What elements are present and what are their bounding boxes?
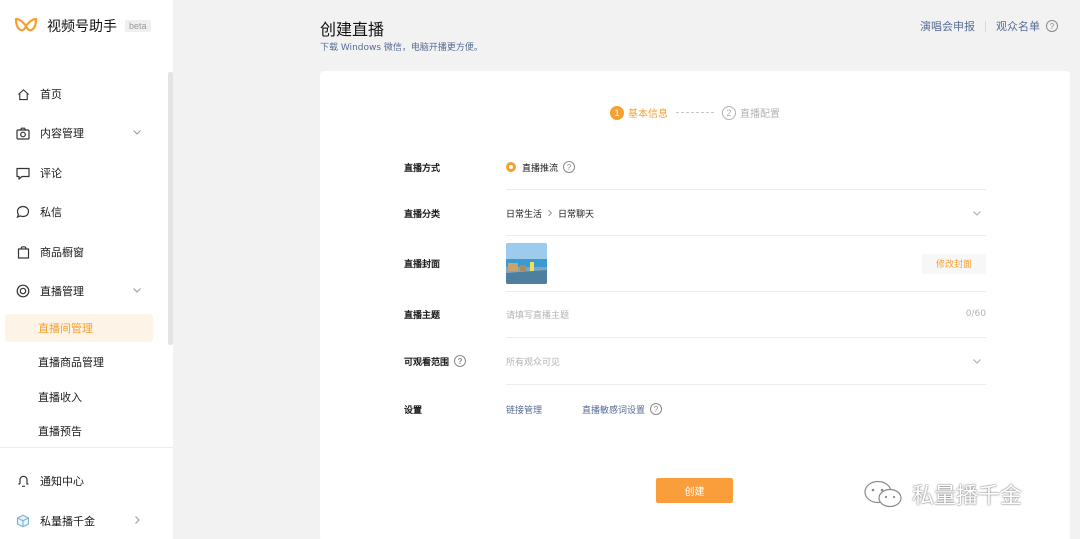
change-cover-button[interactable]: 修改封面 [922, 253, 986, 274]
brand-logo-icon [14, 17, 38, 32]
beta-badge: beta [125, 20, 151, 32]
step-live-config: 2 直播配置 [722, 105, 780, 120]
brand-name: 视频号助手 [47, 19, 117, 35]
sidebar-item-label: 私信 [40, 206, 62, 219]
bell-icon [16, 474, 30, 488]
chevron-right-icon [548, 209, 553, 217]
field-label: 直播方式 [404, 163, 441, 174]
concert-report-link[interactable]: 演唱会申报 [920, 18, 975, 34]
page-subtitle[interactable]: 下载 Windows 微信，电脑开播更方便。 [320, 40, 483, 53]
radio-selected[interactable] [506, 162, 516, 172]
chevron-down-icon [133, 130, 141, 135]
row-divider [506, 337, 986, 338]
top-links: 演唱会申报 观众名单 ? [920, 18, 1058, 34]
field-label: 直播主题 [404, 310, 441, 321]
comment-icon [16, 166, 30, 180]
topic-input[interactable]: 请填写直播主题 0/60 [506, 304, 986, 324]
sidebar-item-label: 评论 [40, 167, 62, 180]
step-label: 基本信息 [628, 109, 668, 120]
sidebar-item-messages[interactable]: 私信 [0, 197, 160, 227]
sidebar-item-label: 通知中心 [40, 475, 84, 488]
wechat-icon [864, 480, 902, 508]
visibility-select[interactable]: 所有观众可见 [506, 351, 986, 371]
cube-icon [16, 514, 30, 528]
row-divider [506, 235, 986, 236]
step-number: 2 [722, 105, 736, 120]
sidebar-item-label: 私量播千金 [40, 515, 95, 528]
form-row-category: 直播分类 日常生活 日常聊天 [404, 203, 986, 223]
settings-links: 链接管理 直播敏感词设置 ? [506, 399, 986, 419]
message-icon [16, 205, 30, 219]
sidebar-item-label: 商品橱窗 [40, 246, 84, 259]
sidebar-subitem-live-income[interactable]: 直播收入 [5, 383, 153, 411]
sidebar-subitem-live-products[interactable]: 直播商品管理 [5, 348, 153, 376]
chevron-down-icon [973, 211, 981, 216]
row-divider [506, 291, 986, 292]
step-number: 1 [610, 105, 624, 120]
stepper: 1 基本信息 2 直播配置 [610, 105, 780, 120]
help-icon[interactable]: ? [1046, 20, 1058, 32]
page-title: 创建直播 [320, 20, 385, 39]
sidebar-item-account[interactable]: 私量播千金 [0, 506, 160, 536]
field-label: 直播封面 [404, 260, 441, 270]
sidebar-item-label: 首页 [40, 88, 62, 101]
help-icon[interactable]: ? [454, 355, 467, 367]
cover-image[interactable] [506, 243, 547, 284]
watermark-text: 私量播千金 [912, 484, 1023, 509]
field-label: 直播分类 [404, 209, 441, 220]
form-row-cover: 直播封面 修改封面 [404, 243, 986, 284]
category-select[interactable]: 日常生活 日常聊天 [506, 203, 986, 223]
sensitive-words-link[interactable]: 直播敏感词设置 [582, 403, 645, 416]
help-icon[interactable]: ? [650, 403, 663, 415]
shopping-bag-icon [16, 245, 30, 259]
brand[interactable]: 视频号助手 beta [14, 14, 151, 38]
step-basic-info: 1 基本信息 [610, 105, 668, 120]
link-separator [985, 20, 986, 32]
char-counter: 0/60 [965, 309, 986, 319]
create-button[interactable]: 创建 [656, 478, 733, 503]
chevron-down-icon [973, 359, 981, 364]
camera-icon [16, 126, 30, 140]
sidebar-subitem-live-preview[interactable]: 直播预告 [5, 417, 153, 445]
live-icon [16, 284, 30, 298]
step-connector [676, 112, 714, 113]
create-live-card: 1 基本信息 2 直播配置 直播方式 直播推流 ? 直播分类 日常生活 日常聊天… [320, 71, 1070, 539]
category-sub: 日常聊天 [558, 209, 595, 220]
sidebar-item-label: 内容管理 [40, 127, 84, 140]
row-divider [506, 384, 986, 385]
sidebar-divider [0, 447, 173, 448]
form-row-mode: 直播方式 直播推流 ? [404, 157, 986, 177]
sidebar-subitem-live-room[interactable]: 直播间管理 [5, 314, 153, 342]
topic-placeholder: 请填写直播主题 [506, 310, 570, 321]
mode-radio-group[interactable]: 直播推流 ? [506, 157, 986, 177]
sidebar-item-comments[interactable]: 评论 [0, 158, 160, 188]
step-label: 直播配置 [740, 109, 780, 120]
chevron-right-icon [135, 516, 140, 524]
row-divider [506, 189, 986, 190]
field-label: 设置 [404, 405, 423, 416]
home-icon [16, 87, 30, 101]
link-management-link[interactable]: 链接管理 [506, 403, 542, 416]
sidebar-item-notifications[interactable]: 通知中心 [0, 466, 160, 496]
sidebar-scrollbar[interactable] [168, 72, 173, 345]
audience-list-link[interactable]: 观众名单 [996, 18, 1040, 34]
sidebar: 视频号助手 beta 首页 内容管理 评论 私信 商品橱窗 直播管理 直播间管理… [0, 0, 173, 539]
watermark: 私量播千金 [862, 478, 1022, 510]
field-label: 可观看范围 [404, 357, 450, 368]
form-row-settings: 设置 链接管理 直播敏感词设置 ? [404, 399, 986, 419]
help-icon[interactable]: ? [563, 161, 576, 173]
form-row-visibility: 可观看范围 ? 所有观众可见 [404, 351, 986, 371]
category-main: 日常生活 [506, 209, 543, 220]
field-label-group: 可观看范围 ? [404, 355, 506, 368]
sidebar-item-shop[interactable]: 商品橱窗 [0, 237, 160, 267]
sidebar-item-label: 直播管理 [40, 285, 84, 298]
chevron-down-icon [133, 288, 141, 293]
sidebar-item-live[interactable]: 直播管理 [0, 276, 160, 306]
cover-control: 修改封面 [506, 243, 986, 284]
mode-value: 直播推流 [522, 163, 559, 174]
form-row-topic: 直播主题 请填写直播主题 0/60 [404, 304, 986, 324]
sidebar-item-home[interactable]: 首页 [0, 79, 160, 109]
sidebar-item-content[interactable]: 内容管理 [0, 118, 160, 148]
visibility-value: 所有观众可见 [506, 357, 561, 368]
